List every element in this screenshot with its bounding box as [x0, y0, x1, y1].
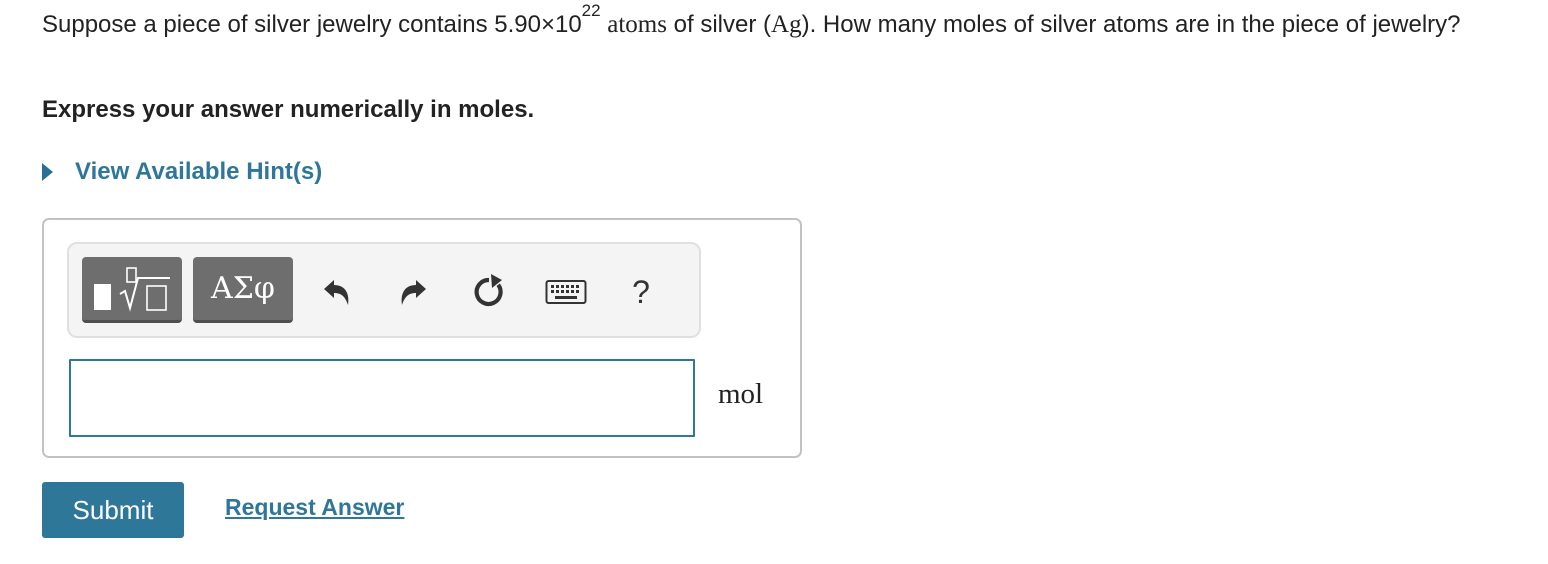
undo-icon: [324, 280, 349, 305]
templates-icon: [94, 266, 170, 312]
keyboard-button[interactable]: [541, 272, 591, 312]
unit-label: mol: [718, 378, 764, 410]
question-part2: of silver (: [673, 11, 772, 38]
hint-label: View Available Hint(s): [75, 158, 323, 185]
keyboard-icon: [545, 280, 587, 304]
question-part3: ). How many moles of silver atoms are in…: [801, 11, 1461, 38]
redo-button[interactable]: [393, 272, 433, 312]
reset-button[interactable]: [467, 272, 511, 312]
reset-icon: [474, 274, 503, 307]
element-math: Ag: [771, 11, 802, 38]
hint-toggle[interactable]: View Available Hint(s): [42, 158, 322, 186]
atoms-math: atoms: [607, 11, 667, 38]
answer-input[interactable]: [69, 359, 695, 437]
math-toolbar: ΑΣφ ?: [67, 242, 701, 338]
redo-icon: [401, 280, 426, 305]
exponent: 22: [581, 1, 601, 20]
question-part1: Suppose a piece of silver jewelry contai…: [42, 11, 582, 38]
question-text: Suppose a piece of silver jewelry contai…: [42, 2, 1522, 42]
templates-button[interactable]: [82, 257, 182, 323]
greek-symbols-button[interactable]: ΑΣφ: [193, 257, 293, 323]
submit-button[interactable]: Submit: [42, 482, 184, 538]
request-answer-link[interactable]: Request Answer: [225, 494, 404, 521]
instruction: Express your answer numerically in moles…: [42, 96, 535, 123]
answer-box: ΑΣφ ? mol: [42, 218, 802, 458]
undo-button[interactable]: [317, 272, 357, 312]
caret-right-icon: [42, 163, 53, 181]
help-button[interactable]: ?: [621, 272, 661, 312]
